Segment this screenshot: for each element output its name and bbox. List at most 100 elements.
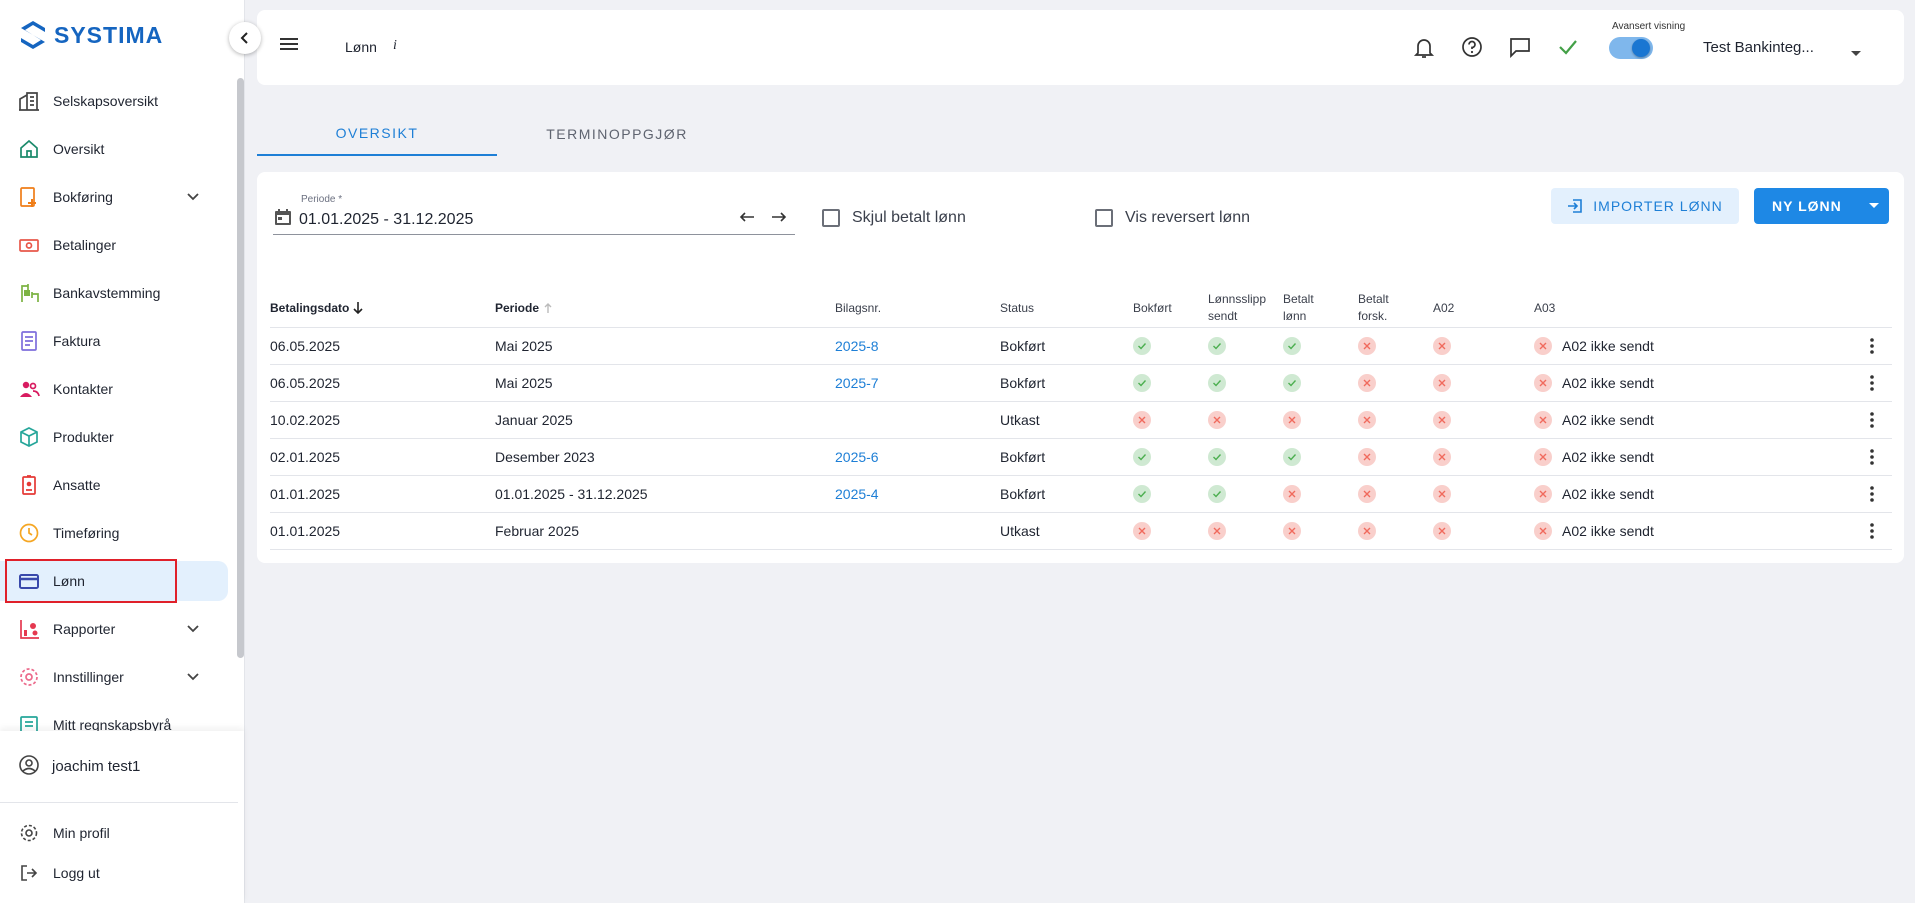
show-reversed-label: Vis reversert lønn (1125, 209, 1251, 226)
sidebar-item-bokføring[interactable]: Bokføring (0, 177, 236, 217)
page-title: Lønn (345, 39, 377, 55)
chat-icon[interactable] (1509, 36, 1531, 63)
column-paydate[interactable]: Betalingsdato (270, 288, 365, 328)
cell-voucher[interactable]: 2025-4 (835, 476, 879, 512)
column-a03[interactable]: A03 (1534, 288, 1555, 328)
hide-paid-checkbox[interactable]: Skjul betalt lønn (822, 209, 966, 227)
status-ok-icon (1208, 448, 1226, 466)
sidebar-item-label: Mitt regnskapsbyrå (53, 717, 172, 731)
sidebar-item-timeføring[interactable]: Timeføring (0, 513, 236, 553)
chevron-down-icon[interactable] (186, 621, 200, 638)
sidebar: SYSTIMA Selskapsoversikt Oversikt Bokførin… (0, 0, 261, 903)
table-row[interactable]: 01.01.2025 01.01.2025 - 31.12.2025 2025-4 B… (270, 476, 1892, 513)
company-selector[interactable]: Test Bankinteg... (1703, 39, 1814, 56)
payroll-table: Betalingsdato Periode Bilagsnr. Status B… (270, 288, 1892, 550)
row-more-button[interactable] (1869, 402, 1875, 438)
column-voucher[interactable]: Bilagsnr. (835, 288, 881, 328)
sidebar-item-faktura[interactable]: Faktura (0, 321, 236, 361)
caret-down-icon[interactable] (1850, 45, 1862, 63)
user-account[interactable]: joachim test1 (0, 731, 238, 803)
table-row[interactable]: 01.01.2025 Februar 2025 Utkast A02 ikke sen… (270, 513, 1892, 550)
sidebar-item-innstillinger[interactable]: Innstillinger (0, 657, 236, 697)
cell-period: Desember 2023 (495, 449, 595, 465)
sidebar-item-rapporter[interactable]: Rapporter (0, 609, 236, 649)
my-profile-link[interactable]: Min profil (0, 813, 244, 853)
sidebar-item-bankavstemming[interactable]: Bankavstemming (0, 273, 236, 313)
column-a02[interactable]: A02 (1433, 288, 1454, 328)
table-row[interactable]: 06.05.2025 Mai 2025 2025-8 Bokført A02 ikke … (270, 328, 1892, 365)
row-more-button[interactable] (1869, 476, 1875, 512)
collapse-sidebar-button[interactable] (229, 22, 261, 54)
table-row[interactable]: 06.05.2025 Mai 2025 2025-7 Bokført A02 ikke … (270, 365, 1892, 402)
sidebar-item-label: Timeføring (53, 525, 120, 541)
sidebar-item-kontakter[interactable]: Kontakter (0, 369, 236, 409)
cell-paid-advance (1358, 439, 1376, 475)
chart-icon (18, 618, 40, 640)
voucher-link[interactable]: 2025-4 (835, 486, 879, 502)
period-field[interactable]: 01.01.2025 - 31.12.2025 (273, 205, 795, 235)
cell-voucher[interactable]: 2025-7 (835, 365, 879, 401)
calendar-icon[interactable] (273, 207, 293, 232)
logout-link[interactable]: Logg ut (0, 853, 244, 893)
sidebar-item-betalinger[interactable]: Betalinger (0, 225, 236, 265)
voucher-link[interactable]: 2025-7 (835, 375, 879, 391)
check-icon[interactable] (1557, 36, 1579, 63)
table-row[interactable]: 10.02.2025 Januar 2025 Utkast A02 ikke send… (270, 402, 1892, 439)
menu-button[interactable] (279, 34, 299, 59)
column-payslip-line2: sendt (1208, 309, 1238, 323)
cell-voucher[interactable]: 2025-8 (835, 328, 879, 364)
payments-icon (18, 234, 40, 256)
sidebar-item-ansatte[interactable]: Ansatte (0, 465, 236, 505)
status-missing-icon (1283, 411, 1301, 429)
chevron-down-icon[interactable] (186, 669, 200, 686)
cell-voucher[interactable]: 2025-6 (835, 439, 879, 475)
row-more-button[interactable] (1869, 365, 1875, 401)
column-payslip[interactable]: Lønnsslipp sendt (1208, 288, 1266, 328)
import-payroll-button[interactable]: IMPORTER LØNN (1551, 188, 1739, 224)
cell-paid-advance (1358, 513, 1376, 549)
sidebar-item-produkter[interactable]: Produkter (0, 417, 236, 457)
advanced-view-toggle[interactable] (1609, 37, 1653, 59)
page-tabs: OVERSIKT TERMINOPPGJØR (257, 112, 757, 157)
status-ok-icon (1133, 448, 1151, 466)
user-name: joachim test1 (52, 758, 141, 775)
sidebar-item-mitt-regnskapsbyrå[interactable]: Mitt regnskapsbyrå (0, 705, 236, 731)
caret-down-icon[interactable] (1858, 188, 1889, 224)
column-status[interactable]: Status (1000, 288, 1034, 328)
new-payroll-button[interactable]: NY LØNN (1754, 188, 1889, 224)
logo[interactable]: SYSTIMA (20, 20, 163, 50)
help-icon[interactable] (1461, 36, 1483, 63)
chevron-down-icon[interactable] (186, 189, 200, 206)
more-vertical-icon (1870, 338, 1874, 354)
column-paid-advance[interactable]: Betalt forsk. (1358, 288, 1389, 328)
voucher-link[interactable]: 2025-6 (835, 449, 879, 465)
show-reversed-checkbox[interactable]: Vis reversert lønn (1095, 209, 1250, 227)
cell-status: Bokført (1000, 486, 1046, 502)
status-missing-icon (1433, 337, 1451, 355)
column-period[interactable]: Periode (495, 288, 554, 328)
sidebar-item-selskapsoversikt[interactable]: Selskapsoversikt (0, 81, 236, 121)
column-paid-salary[interactable]: Betalt lønn (1283, 288, 1314, 328)
table-row[interactable]: 02.01.2025 Desember 2023 2025-6 Bokført A02 … (270, 439, 1892, 476)
voucher-link[interactable]: 2025-8 (835, 338, 879, 354)
tab-terminoppgjor[interactable]: TERMINOPPGJØR (497, 112, 737, 156)
row-more-button[interactable] (1869, 439, 1875, 475)
checkbox-unchecked-icon (822, 209, 840, 227)
bell-icon[interactable] (1413, 36, 1435, 65)
row-more-button[interactable] (1869, 328, 1875, 364)
status-ok-icon (1208, 485, 1226, 503)
tab-oversikt[interactable]: OVERSIKT (257, 112, 497, 156)
info-icon[interactable]: i (393, 38, 397, 54)
next-period-icon[interactable] (771, 209, 787, 230)
account-circle-icon (18, 754, 40, 780)
sidebar-item-lønn[interactable]: Lønn (0, 559, 228, 603)
previous-period-icon[interactable] (739, 209, 755, 230)
column-booked[interactable]: Bokført (1133, 288, 1172, 328)
status-ok-icon (1208, 337, 1226, 355)
status-missing-icon (1208, 522, 1226, 540)
sidebar-item-oversikt[interactable]: Oversikt (0, 129, 236, 169)
cell-payslip-sent (1208, 439, 1226, 475)
status-missing-icon (1133, 522, 1151, 540)
sidebar-scrollbar[interactable] (237, 78, 244, 658)
row-more-button[interactable] (1869, 513, 1875, 549)
